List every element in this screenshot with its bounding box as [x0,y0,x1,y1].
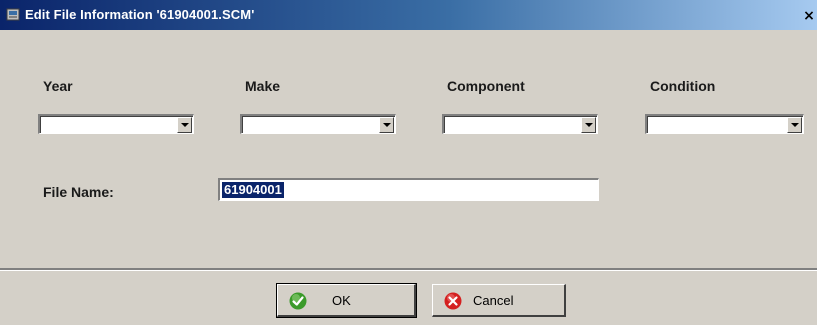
close-icon[interactable]: × [801,8,817,24]
ok-button[interactable]: OK [276,283,417,318]
component-select[interactable] [442,114,598,134]
make-label: Make [245,78,281,94]
condition-label: Condition [650,78,716,94]
year-select[interactable] [38,114,194,134]
condition-select[interactable] [645,114,804,134]
component-dropdown-button[interactable] [581,117,596,133]
file-name-value: 61904001 [222,182,284,198]
make-dropdown-button[interactable] [379,117,394,133]
chevron-down-icon [383,123,391,127]
year-label: Year [43,78,73,94]
cancel-label: Cancel [473,293,514,308]
cancel-x-icon [444,292,462,310]
component-label: Component [447,78,525,94]
file-name-label: File Name: [43,184,114,200]
chevron-down-icon [585,123,593,127]
chevron-down-icon [791,123,799,127]
check-icon [289,292,307,310]
condition-dropdown-button[interactable] [787,117,802,133]
year-dropdown-button[interactable] [177,117,192,133]
chevron-down-icon [181,123,189,127]
app-icon [6,8,20,21]
make-select[interactable] [240,114,396,134]
title-bar[interactable]: Edit File Information '61904001.SCM' × [0,0,817,30]
ok-label: OK [332,293,351,308]
file-name-input[interactable]: 61904001 [218,178,599,201]
cancel-button[interactable]: Cancel [432,284,566,317]
edit-file-dialog: Edit File Information '61904001.SCM' × Y… [0,0,817,325]
window-title: Edit File Information '61904001.SCM' [25,7,255,22]
